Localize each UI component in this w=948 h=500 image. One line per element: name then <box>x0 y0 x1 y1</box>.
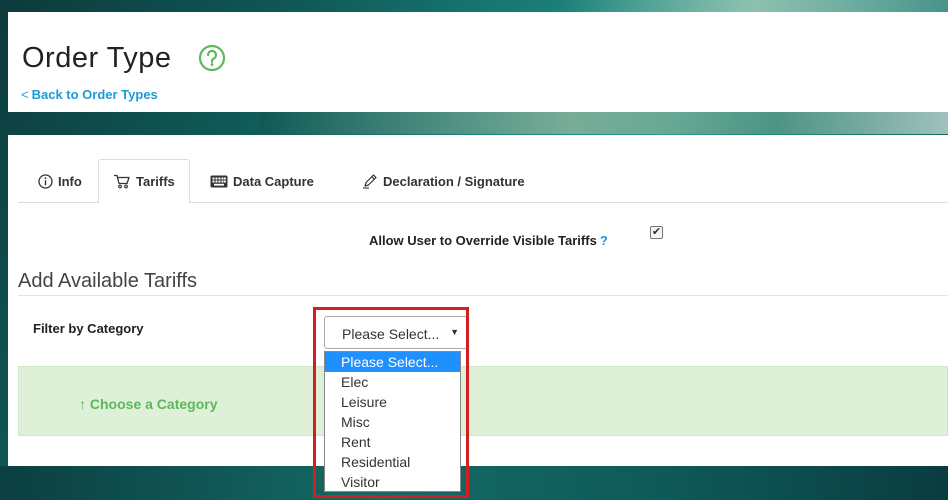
filter-category-label: Filter by Category <box>33 321 144 336</box>
override-help-link[interactable]: ? <box>600 233 608 248</box>
tab-bar: Info Tariffs Data Capture Declaration / … <box>18 159 948 204</box>
override-label-text: Allow User to Override Visible Tariffs <box>369 233 597 248</box>
background-image-strip <box>260 112 948 134</box>
choose-category-text: Choose a Category <box>89 396 218 412</box>
arrow-up-icon: ↑ <box>79 396 86 412</box>
background-image <box>560 0 948 12</box>
keyboard-icon <box>210 175 228 187</box>
back-to-order-types-link[interactable]: < Back to Order Types <box>21 87 158 102</box>
tab-data-capture-label: Data Capture <box>233 173 314 189</box>
pen-icon <box>363 174 377 189</box>
background-footer <box>0 466 948 500</box>
info-icon <box>38 173 53 189</box>
choose-category-hint: ↑ Choose a Category <box>79 396 217 412</box>
section-heading: Add Available Tariffs <box>18 270 198 292</box>
page-header: Order Type < Back to Order Types <box>8 12 948 112</box>
tab-declaration-label: Declaration / Signature <box>383 173 525 189</box>
tab-info-label: Info <box>58 173 82 189</box>
tab-tariffs[interactable]: Tariffs <box>98 159 190 204</box>
section-divider <box>18 295 948 296</box>
cart-icon <box>114 174 130 189</box>
tab-declaration-signature[interactable]: Declaration / Signature <box>348 159 539 203</box>
override-tariffs-label: Allow User to Override Visible Tariffs? <box>369 233 608 248</box>
category-hint-panel: ↑ Choose a Category <box>18 366 948 436</box>
help-circle-icon[interactable] <box>198 44 226 72</box>
chevron-left-icon: < <box>21 87 29 102</box>
tab-tariffs-label: Tariffs <box>136 174 175 189</box>
main-panel: Info Tariffs Data Capture Declaration / … <box>8 135 948 466</box>
highlight-annotation-box <box>313 307 469 498</box>
tab-info[interactable]: Info <box>24 159 96 203</box>
page-title: Order Type <box>22 42 172 74</box>
override-tariffs-checkbox[interactable]: ✔ <box>650 226 663 239</box>
tab-data-capture[interactable]: Data Capture <box>196 159 328 203</box>
back-link-label: Back to Order Types <box>31 87 158 102</box>
